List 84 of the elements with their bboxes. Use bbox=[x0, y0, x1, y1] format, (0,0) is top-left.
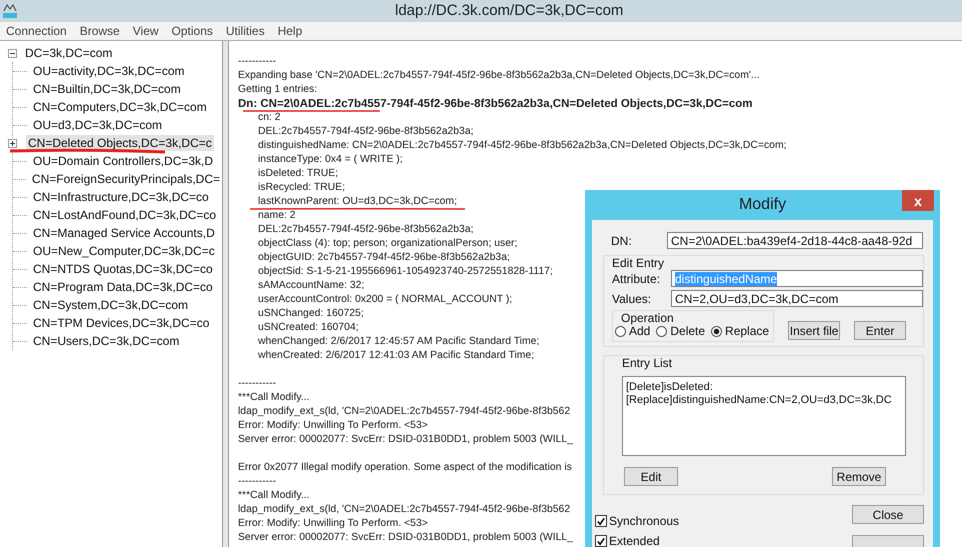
tree-item[interactable]: CN=NTDS Quotas,DC=3k,DC=co bbox=[31, 261, 215, 277]
tree-item[interactable]: CN=Builtin,DC=3k,DC=com bbox=[31, 81, 183, 97]
output-line: Getting 1 entries: bbox=[238, 84, 318, 96]
expand-icon[interactable] bbox=[8, 138, 17, 148]
output-line: instanceType: 0x4 = ( WRITE ); bbox=[257, 154, 403, 166]
close-dialog-button[interactable]: Close bbox=[852, 505, 924, 524]
output-line: ldap_modify_ext_s(ld, 'CN=2\0ADEL:2c7b4557-794f-45f2-96be-8f3b562 bbox=[238, 406, 570, 418]
output-line: Expanding base 'CN=2\0ADEL:2c7b4557-794f-45f2-96be-8f3b562a2b3a,CN=Deleted Objects,DC=3k,DC=com'... bbox=[238, 70, 760, 82]
output-line: Server error: 00002077: SvcErr: DSID-031B0DD1, problem 5003 (WILL_ bbox=[238, 532, 573, 544]
output-line: uSNCreated: 160704; bbox=[257, 322, 359, 334]
output-line: Server error: 00002077: SvcErr: DSID-031B0DD1, problem 5003 (WILL_ bbox=[238, 434, 573, 446]
output-line: sAMAccountName: 32; bbox=[257, 280, 364, 292]
checkbox-box[interactable] bbox=[595, 535, 607, 547]
output-line: Error 0x2077 Illegal modify operation. Some aspect of the modification is bbox=[238, 462, 572, 474]
menu-item[interactable]: Utilities bbox=[220, 24, 272, 38]
output-line: ----------- bbox=[238, 56, 276, 68]
tree-item[interactable]: CN=Deleted Objects,DC=3k,DC=c bbox=[26, 135, 214, 151]
tree-item[interactable]: CN=System,DC=3k,DC=com bbox=[31, 297, 190, 313]
group-label: Entry List bbox=[622, 356, 674, 370]
tree-item[interactable]: OU=New_Computer,DC=3k,DC=c bbox=[31, 243, 217, 259]
tree-item[interactable]: CN=Program Data,DC=3k,DC=co bbox=[31, 279, 215, 295]
collapse-icon[interactable] bbox=[8, 48, 17, 58]
list-item[interactable]: [Delete]isDeleted: bbox=[626, 381, 902, 394]
window-title: ldap://DC.3k.com/DC=3k,DC=com bbox=[395, 2, 624, 19]
window-close-button[interactable]: x bbox=[902, 190, 934, 211]
output-line: objectGUID: 2c7b4557-794f-45f2-96be-8f3b562a2b3a; bbox=[257, 252, 510, 264]
radio-button[interactable]: Delete bbox=[656, 324, 706, 338]
menu-item[interactable]: Browse bbox=[74, 24, 127, 38]
values-field[interactable]: CN=2,OU=d3,DC=3k,DC=com bbox=[671, 290, 923, 307]
group-label: Edit Entry bbox=[612, 256, 666, 270]
output-line: objectClass (4): top; person; organizationalPerson; user; bbox=[257, 238, 518, 250]
insert-file-button[interactable]: Insert file bbox=[788, 321, 840, 340]
radio-button[interactable]: Add bbox=[615, 324, 650, 338]
output-line: isRecycled: TRUE; bbox=[257, 182, 345, 194]
output-line: ***Call Modify... bbox=[238, 392, 310, 404]
checkbox[interactable]: Extended bbox=[595, 534, 680, 547]
output-line: DEL:2c7b4557-794f-45f2-96be-8f3b562a2b3a; bbox=[257, 126, 474, 138]
edit-button[interactable]: Edit bbox=[624, 467, 678, 486]
output-line: Error: Modify: Unwilling To Perform. <53> bbox=[238, 420, 428, 432]
dn-field[interactable]: CN=2\0ADEL:ba439ef4-2d18-44c8-aa48-92d bbox=[667, 232, 923, 249]
tree-item[interactable]: CN=Computers,DC=3k,DC=com bbox=[31, 99, 209, 115]
checkbox[interactable]: Synchronous bbox=[595, 514, 680, 528]
output-line: objectSid: S-1-5-21-195566961-1054923740-2572551828-1117; bbox=[257, 266, 553, 278]
output-line: ----------- bbox=[238, 378, 276, 390]
tree-item[interactable]: CN=Managed Service Accounts,D bbox=[31, 225, 217, 241]
app-icon bbox=[2, 3, 18, 19]
enter-button[interactable]: Enter bbox=[854, 321, 906, 340]
menu-item[interactable]: Help bbox=[272, 24, 310, 38]
output-line: lastKnownParent: OU=d3,DC=3k,DC=com; bbox=[257, 196, 457, 208]
field-label: Values: bbox=[612, 292, 652, 306]
tree-item[interactable]: OU=Domain Controllers,DC=3k,D bbox=[31, 153, 216, 169]
output-line: whenChanged: 2/6/2017 12:45:57 AM Pacific Standard Time; bbox=[257, 336, 540, 348]
menu-item[interactable]: Options bbox=[166, 24, 220, 38]
output-line: ldap_modify_ext_s(ld, 'CN=2\0ADEL:2c7b4557-794f-45f2-96be-8f3b562 bbox=[238, 504, 570, 516]
tree-item[interactable]: CN=Infrastructure,DC=3k,DC=co bbox=[31, 189, 211, 205]
list-item[interactable]: [Replace]distinguishedName:CN=2,OU=d3,DC=3k,DC bbox=[626, 394, 902, 407]
field-label: DN: bbox=[611, 234, 633, 248]
remove-button[interactable]: Remove bbox=[832, 467, 886, 486]
output-line: userAccountControl: 0x200 = ( NORMAL_ACCOUNT ); bbox=[257, 294, 512, 306]
output-line: ***Call Modify... bbox=[238, 490, 310, 502]
checkbox-box[interactable] bbox=[595, 515, 607, 527]
output-line: distinguishedName: CN=2\0ADEL:2c7b4557-794f-45f2-96be-8f3b562a2b3a,CN=Deleted Objects,DC=3k,DC=com; bbox=[257, 140, 787, 152]
output-line: Dn: CN=2\0ADEL:2c7b4557-794f-45f2-96be-8f3b562a2b3a,CN=Deleted Objects,DC=3k,DC=com bbox=[238, 98, 753, 110]
tree-item[interactable]: CN=TPM Devices,DC=3k,DC=co bbox=[31, 315, 212, 331]
output-line: DEL:2c7b4557-794f-45f2-96be-8f3b562a2b3a; bbox=[257, 224, 474, 236]
tree-item[interactable]: CN=LostAndFound,DC=3k,DC=co bbox=[31, 207, 218, 223]
field-label: Attribute: bbox=[612, 272, 662, 286]
output-line: cn: 2 bbox=[257, 112, 281, 124]
output-line: ----------- bbox=[238, 476, 276, 488]
output-line: name: 2 bbox=[257, 210, 296, 222]
group-label: Operation bbox=[621, 311, 675, 324]
tree-item[interactable]: CN=Users,DC=3k,DC=com bbox=[31, 333, 182, 349]
tree-item[interactable]: CN=ForeignSecurityPrincipals,DC= bbox=[30, 171, 222, 187]
menu-item[interactable]: View bbox=[126, 24, 166, 38]
output-line: uSNChanged: 160725; bbox=[257, 308, 364, 320]
menu-item[interactable]: Connection bbox=[0, 24, 74, 38]
dialog-title: Modify bbox=[738, 196, 786, 214]
tree-item[interactable]: OU=d3,DC=3k,DC=com bbox=[31, 117, 164, 133]
output-line: whenCreated: 2/6/2017 12:41:03 AM Pacific Standard Time; bbox=[257, 350, 534, 362]
output-line: isDeleted: TRUE; bbox=[257, 168, 338, 180]
radio-button[interactable]: Replace bbox=[711, 324, 770, 338]
output-line: Error: Modify: Unwilling To Perform. <53> bbox=[238, 518, 428, 530]
tree-item[interactable]: DC=3k,DC=com bbox=[23, 45, 114, 61]
tree-item[interactable]: OU=activity,DC=3k,DC=com bbox=[31, 63, 186, 79]
